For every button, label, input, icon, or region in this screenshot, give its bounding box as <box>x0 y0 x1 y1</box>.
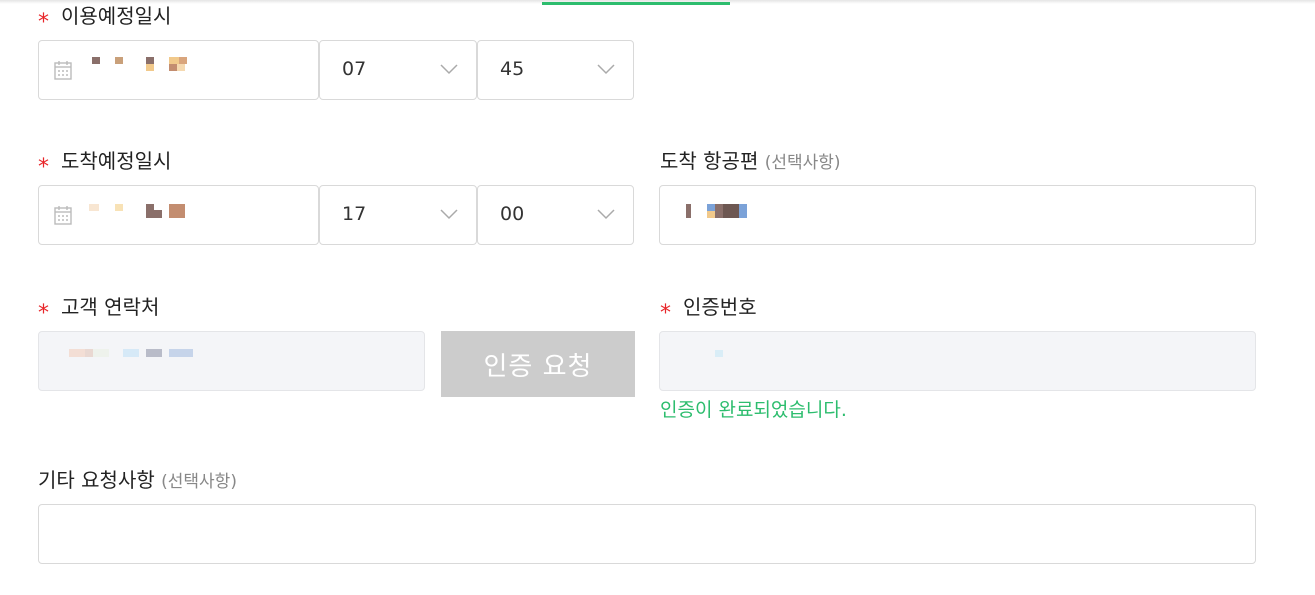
required-mark: * <box>38 10 49 35</box>
verification-success-message: 인증이 완료되었습니다. <box>660 399 847 421</box>
optional-note: (선택사항) <box>764 153 841 173</box>
flight-label: 도착 항공편 (선택사항) <box>660 149 841 173</box>
chevron-down-icon <box>597 64 615 75</box>
arrival-minute-select[interactable]: 00 <box>477 185 634 245</box>
required-mark: * <box>38 301 49 326</box>
auth-code-label: * 인증번호 <box>660 295 757 326</box>
required-mark: * <box>660 301 671 326</box>
departure-hour-value: 07 <box>342 58 367 80</box>
calendar-icon <box>54 61 72 80</box>
request-verification-button[interactable]: 인증 요청 <box>441 331 635 397</box>
chevron-down-icon <box>440 209 458 220</box>
optional-note: (선택사항) <box>161 472 237 492</box>
calendar-icon <box>54 206 72 225</box>
notes-label: 기타 요청사항 (선택사항) <box>38 468 237 492</box>
notes-input[interactable] <box>38 504 1256 564</box>
departure-minute-select[interactable]: 45 <box>477 40 634 100</box>
arrival-minute-value: 00 <box>500 203 525 225</box>
arrival-label: * 도착예정일시 <box>38 149 172 180</box>
active-tab-indicator <box>542 2 730 5</box>
auth-code-input[interactable] <box>659 331 1256 391</box>
departure-hour-select[interactable]: 07 <box>319 40 477 100</box>
required-mark: * <box>38 155 49 180</box>
departure-label: * 이용예정일시 <box>38 4 172 35</box>
reservation-form: * 이용예정일시 07 45 * 도착예정일시 17 00 도착 항공편 (선택… <box>0 0 1315 595</box>
contact-phone-input[interactable] <box>38 331 425 391</box>
chevron-down-icon <box>440 64 458 75</box>
arrival-hour-select[interactable]: 17 <box>319 185 477 245</box>
departure-date-field[interactable] <box>38 40 319 100</box>
contact-label: * 고객 연락처 <box>38 295 160 326</box>
arrival-date-field[interactable] <box>38 185 319 245</box>
flight-input[interactable] <box>659 185 1256 245</box>
arrival-hour-value: 17 <box>342 203 367 225</box>
chevron-down-icon <box>597 209 615 220</box>
departure-minute-value: 45 <box>500 58 525 80</box>
